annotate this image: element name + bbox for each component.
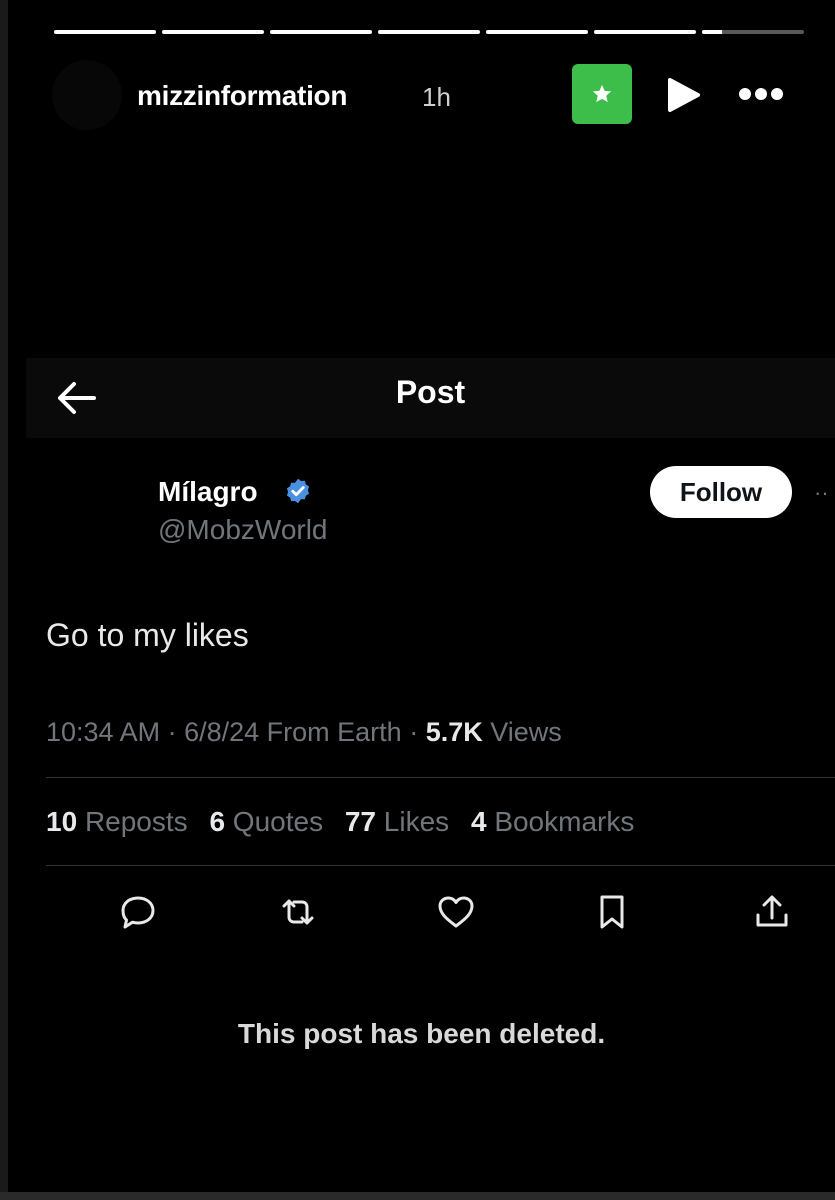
progress-segment [54,30,156,34]
close-friends-star-button[interactable] [572,64,632,124]
share-icon [756,895,788,927]
like-button[interactable] [434,890,478,934]
story-avatar[interactable] [52,60,122,130]
share-button[interactable] [750,890,794,934]
quotes-stat[interactable]: 6 Quotes [209,806,323,837]
author-name[interactable]: Mílagro [158,476,258,508]
page-title: Post [395,374,466,410]
story-timestamp: 1h [422,82,451,112]
star-icon [592,84,612,103]
more-options-button[interactable] [736,84,786,104]
bookmarks-stat[interactable]: 4 Bookmarks [471,806,634,837]
play-button[interactable] [664,77,704,113]
views-label: Views [482,717,562,747]
author-handle[interactable]: @MobzWorld [158,514,328,546]
stat-count: 4 [470,806,487,837]
story-header: mizzinformation 1h [52,58,812,130]
follow-button[interactable]: Follow [650,466,792,518]
story-frame: mizzinformation 1h Post Mílagro @MobzWor… [8,0,835,1192]
progress-segment [378,30,480,34]
bottom-edge [0,1192,835,1200]
story-username[interactable]: mizzinformation [137,80,347,112]
stat-label: Quotes [232,806,324,837]
stat-label: Bookmarks [494,806,635,837]
bookmark-icon [600,895,624,929]
post-date: 6/8/24 [184,717,260,747]
post-meta: 10:34 AM · 6/8/24 From Earth · 5.7K View… [46,717,562,748]
deleted-notice: This post has been deleted. [237,1018,606,1049]
stat-count: 6 [209,806,226,837]
post-stats: 10 Reposts 6 Quotes 77 Likes 4 Bookmarks [46,806,648,838]
post-time: 10:34 AM [46,717,161,747]
meta-separator: · [160,717,185,747]
play-icon [668,78,700,112]
story-progress-bar [54,30,804,34]
more-horizontal-icon [739,88,783,100]
post-text: Go to my likes [46,617,249,653]
stat-count: 10 [46,806,78,837]
post-actions [102,890,802,934]
divider [46,865,835,866]
bookmark-button[interactable] [590,890,634,934]
repost-button[interactable] [276,890,320,934]
stat-label: Reposts [84,806,188,837]
reply-icon [121,896,155,929]
stat-count: 77 [344,806,377,837]
repost-icon [282,899,314,925]
progress-segment [594,30,696,34]
meta-separator: · [401,717,426,747]
post-header-bar: Post [26,358,835,438]
verified-badge-icon [286,478,310,504]
like-icon [438,896,474,928]
progress-segment [162,30,264,34]
post-more-icon[interactable]: ·· [814,480,829,506]
reply-button[interactable] [116,890,160,934]
likes-stat[interactable]: 77 Likes [345,806,449,837]
progress-segment [486,30,588,34]
progress-segment [270,30,372,34]
views-count: 5.7K [425,717,483,747]
divider [46,777,835,778]
post-location: From Earth [259,717,402,747]
progress-segment-current [702,30,804,34]
stat-label: Likes [383,806,450,837]
reposts-stat[interactable]: 10 Reposts [46,806,188,837]
